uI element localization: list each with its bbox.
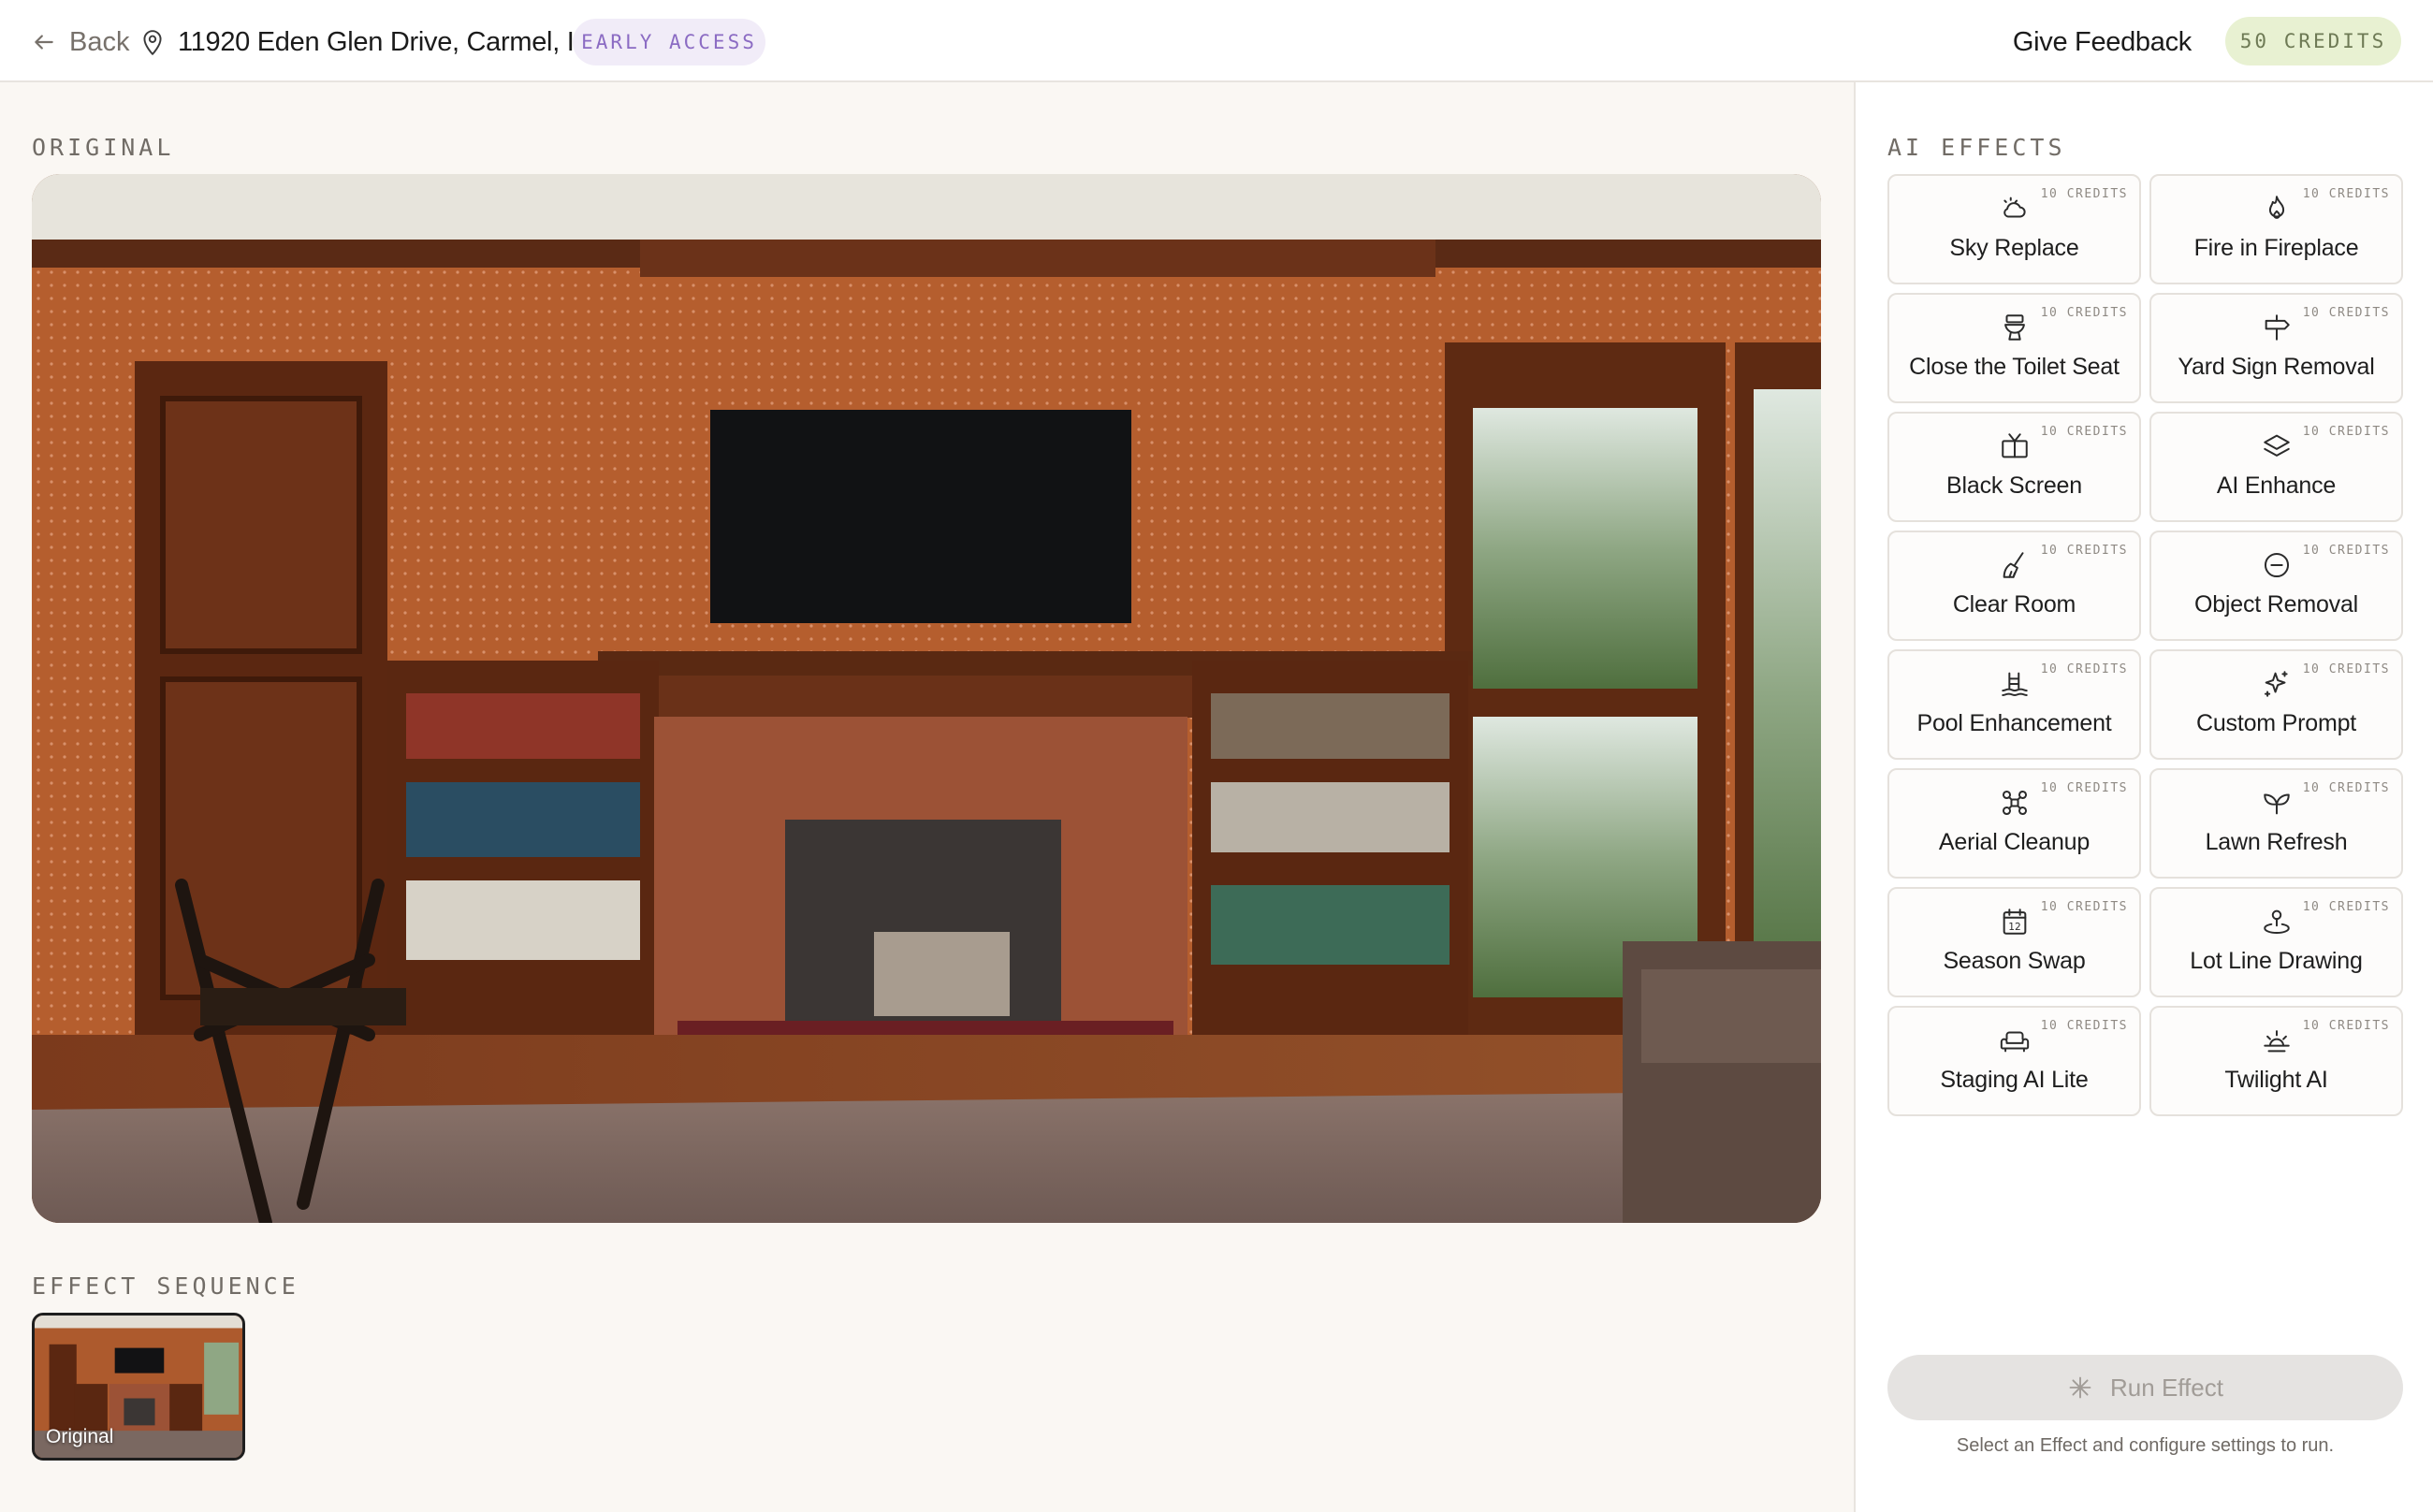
sofa-icon bbox=[1999, 1025, 2031, 1056]
flame-icon bbox=[2261, 193, 2293, 225]
effect-twilight-ai[interactable]: 10 CREDITS Twilight AI bbox=[2149, 1006, 2403, 1116]
effect-name: Yard Sign Removal bbox=[2178, 354, 2375, 380]
effect-object-removal[interactable]: 10 CREDITS Object Removal bbox=[2149, 531, 2403, 641]
arrow-left-icon bbox=[35, 35, 53, 50]
signpost-icon bbox=[2261, 312, 2293, 343]
calendar-icon: 12 bbox=[1999, 906, 2031, 938]
effect-ai-enhance[interactable]: 10 CREDITS AI Enhance bbox=[2149, 412, 2403, 522]
back-label: Back bbox=[69, 26, 130, 57]
effect-aerial-cleanup[interactable]: 10 CREDITS Aerial Cleanup bbox=[1887, 768, 2141, 879]
effect-cost: 10 CREDITS bbox=[2040, 662, 2128, 676]
effects-grid: 10 CREDITS Sky Replace 10 CREDITS Fire i… bbox=[1887, 174, 2403, 1116]
effect-name: Twilight AI bbox=[2224, 1067, 2328, 1093]
effect-cost: 10 CREDITS bbox=[2040, 187, 2128, 201]
effect-staging-ai-lite[interactable]: 10 CREDITS Staging AI Lite bbox=[1887, 1006, 2141, 1116]
ai-effects-title: AI EFFECTS bbox=[1887, 134, 2066, 161]
effect-cost: 10 CREDITS bbox=[2302, 544, 2390, 558]
toilet-icon bbox=[1999, 312, 2031, 343]
effect-cost: 10 CREDITS bbox=[2040, 781, 2128, 795]
drone-icon bbox=[1999, 787, 2031, 819]
effect-name: Object Removal bbox=[2193, 591, 2359, 618]
run-effect-button[interactable]: Run Effect bbox=[1887, 1355, 2403, 1420]
effect-cost: 10 CREDITS bbox=[2040, 425, 2128, 439]
original-photo bbox=[32, 174, 1821, 1223]
credits-balance: 50 CREDITS bbox=[2225, 17, 2401, 65]
effect-name: Pool Enhancement bbox=[1916, 710, 2112, 736]
effect-name: Black Screen bbox=[1946, 472, 2082, 499]
effect-cost: 10 CREDITS bbox=[2302, 662, 2390, 676]
back-button[interactable]: Back bbox=[32, 22, 129, 62]
top-bar: Back 11920 Eden Glen Drive, Carmel, IN E… bbox=[0, 0, 2433, 82]
svg-text:12: 12 bbox=[2008, 921, 2021, 933]
cloud-sun-icon bbox=[1999, 193, 2031, 225]
effect-black-screen[interactable]: 10 CREDITS Black Screen bbox=[1887, 412, 2141, 522]
effect-name: Staging AI Lite bbox=[1940, 1067, 2089, 1093]
effect-cost: 10 CREDITS bbox=[2302, 306, 2390, 320]
effect-name: Fire in Fireplace bbox=[2193, 235, 2359, 261]
broom-icon bbox=[1999, 549, 2031, 581]
thumbnail-label: Original bbox=[46, 1426, 114, 1447]
effect-cost: 10 CREDITS bbox=[2040, 544, 2128, 558]
effect-season-swap[interactable]: 10 CREDITS 12 Season Swap bbox=[1887, 887, 2141, 997]
ai-effects-panel: AI EFFECTS 10 CREDITS Sky Replace 10 CRE… bbox=[1854, 82, 2433, 1512]
minus-circle-icon bbox=[2261, 549, 2293, 581]
sunset-icon bbox=[2261, 1025, 2293, 1056]
run-effect-hint: Select an Effect and configure settings … bbox=[1956, 1435, 2335, 1456]
living-room-photo bbox=[32, 174, 1821, 1223]
effect-name: Sky Replace bbox=[1949, 235, 2079, 261]
effect-cost: 10 CREDITS bbox=[2302, 781, 2390, 795]
original-label: ORIGINAL bbox=[32, 134, 175, 161]
effect-custom-prompt[interactable]: 10 CREDITS Custom Prompt bbox=[2149, 649, 2403, 760]
map-pin-icon bbox=[143, 30, 162, 55]
effect-sequence-label: EFFECT SEQUENCE bbox=[32, 1272, 299, 1300]
leaf-icon bbox=[2261, 787, 2293, 819]
effect-name: AI Enhance bbox=[2216, 472, 2337, 499]
property-address: 11920 Eden Glen Drive, Carmel, IN bbox=[140, 22, 593, 62]
effect-cost: 10 CREDITS bbox=[2040, 1019, 2128, 1033]
effect-cost: 10 CREDITS bbox=[2040, 306, 2128, 320]
effect-name: Aerial Cleanup bbox=[1938, 829, 2091, 855]
sequence-thumbnail-original[interactable]: Original bbox=[32, 1313, 245, 1461]
early-access-badge: EARLY ACCESS bbox=[573, 19, 765, 65]
effect-lot-line-drawing[interactable]: 10 CREDITS Lot Line Drawing bbox=[2149, 887, 2403, 997]
effect-name: Clear Room bbox=[1952, 591, 2076, 618]
effect-clear-room[interactable]: 10 CREDITS Clear Room bbox=[1887, 531, 2141, 641]
tv-icon bbox=[1999, 430, 2031, 462]
effect-pool-enhancement[interactable]: 10 CREDITS Pool Enhancement bbox=[1887, 649, 2141, 760]
effect-name: Lot Line Drawing bbox=[2190, 948, 2363, 974]
effect-name: Lawn Refresh bbox=[2205, 829, 2348, 855]
effect-name: Close the Toilet Seat bbox=[1909, 354, 2120, 380]
effect-close-the-toilet-seat[interactable]: 10 CREDITS Close the Toilet Seat bbox=[1887, 293, 2141, 403]
effect-cost: 10 CREDITS bbox=[2302, 900, 2390, 914]
effect-yard-sign-removal[interactable]: 10 CREDITS Yard Sign Removal bbox=[2149, 293, 2403, 403]
effect-sky-replace[interactable]: 10 CREDITS Sky Replace bbox=[1887, 174, 2141, 284]
effect-name: Season Swap bbox=[1943, 948, 2086, 974]
sparkles-icon bbox=[2261, 668, 2293, 700]
effect-cost: 10 CREDITS bbox=[2040, 900, 2128, 914]
run-effect-label: Run Effect bbox=[2110, 1373, 2223, 1402]
address-text: 11920 Eden Glen Drive, Carmel, IN bbox=[178, 26, 594, 57]
effect-name: Custom Prompt bbox=[2195, 710, 2357, 736]
pool-icon bbox=[1999, 668, 2031, 700]
sparkle-icon bbox=[2069, 1376, 2091, 1399]
layers-icon bbox=[2261, 430, 2293, 462]
effect-cost: 10 CREDITS bbox=[2302, 187, 2390, 201]
effect-lawn-refresh[interactable]: 10 CREDITS Lawn Refresh bbox=[2149, 768, 2403, 879]
effect-cost: 10 CREDITS bbox=[2302, 1019, 2390, 1033]
effect-fire-in-fireplace[interactable]: 10 CREDITS Fire in Fireplace bbox=[2149, 174, 2403, 284]
effect-cost: 10 CREDITS bbox=[2302, 425, 2390, 439]
map-pin-area-icon bbox=[2261, 906, 2293, 938]
give-feedback-link[interactable]: Give Feedback bbox=[2013, 22, 2192, 62]
